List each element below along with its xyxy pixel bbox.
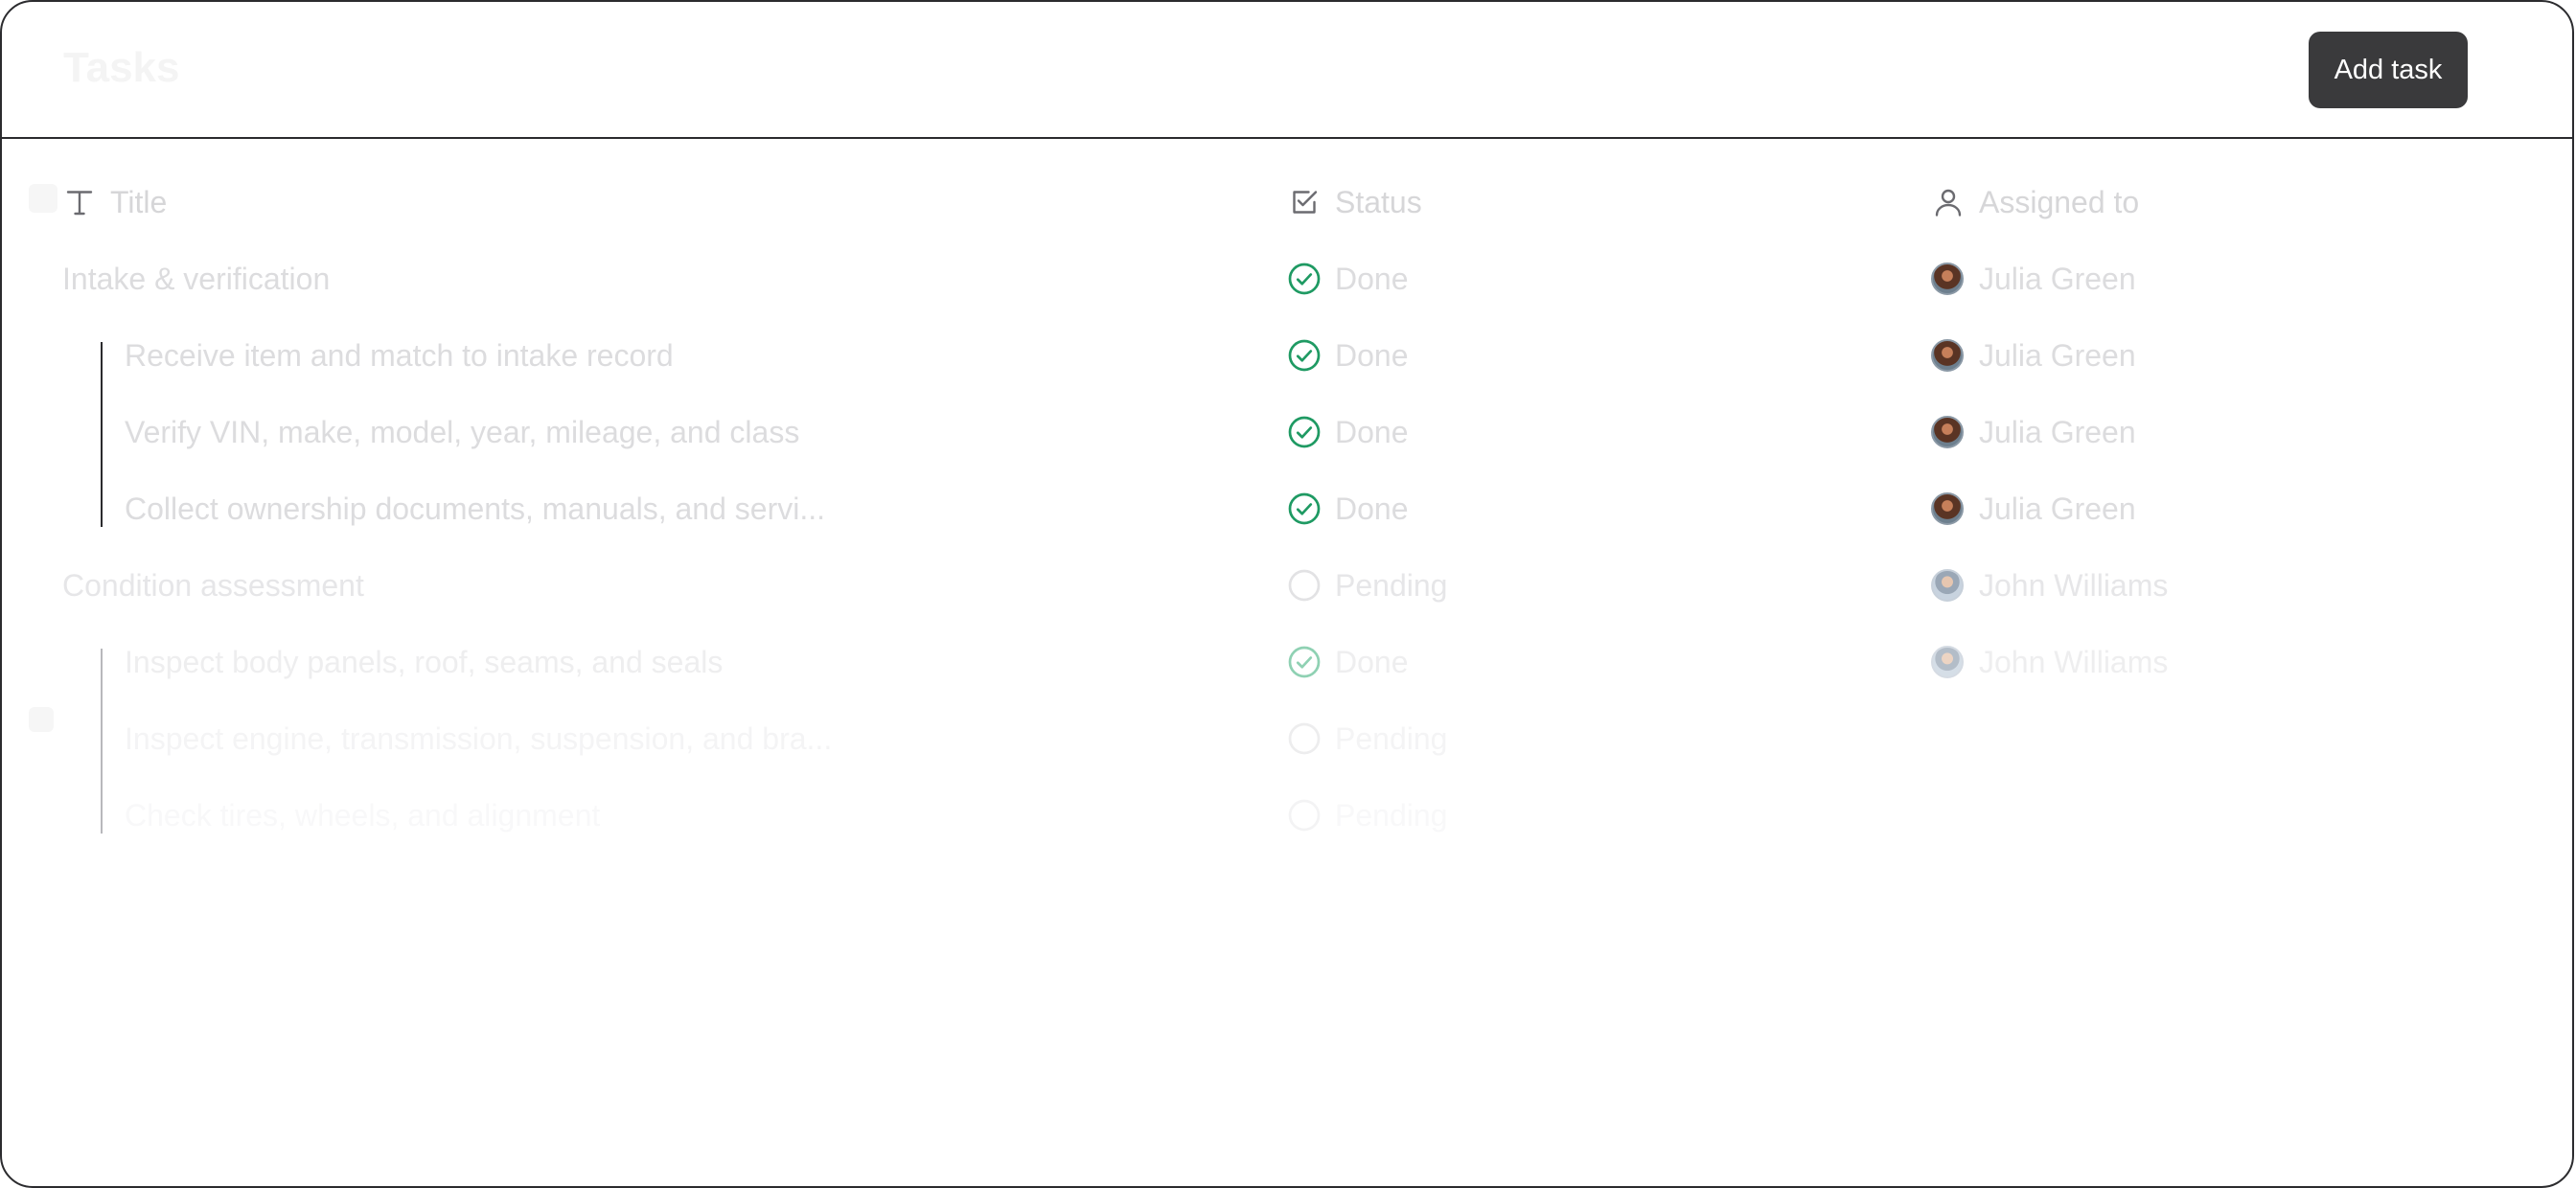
column-header-label: Assigned to bbox=[1979, 184, 2140, 219]
assignee-cell[interactable]: John Williams bbox=[1931, 547, 2168, 624]
table-header: Title Status Assigned to bbox=[2, 164, 2572, 240]
assignee-cell[interactable]: John Williams bbox=[1931, 624, 2168, 700]
avatar bbox=[1931, 569, 1964, 602]
user-icon bbox=[1935, 189, 1962, 217]
avatar bbox=[1931, 339, 1964, 372]
status-label: Pending bbox=[1335, 797, 1448, 833]
column-header-assigned[interactable]: Assigned to bbox=[1931, 164, 2139, 240]
subtask-title[interactable]: Verify VIN, make, model, year, mileage, … bbox=[125, 394, 799, 470]
subtask-title[interactable]: Collect ownership documents, manuals, an… bbox=[125, 470, 825, 547]
check-circle-icon bbox=[1288, 339, 1321, 372]
app-window: Tasks Add task Title Status Assigned to bbox=[0, 0, 2574, 1188]
subtask-title[interactable]: Inspect body panels, roof, seams, and se… bbox=[125, 624, 723, 700]
status-cell[interactable]: Pending bbox=[1287, 777, 1447, 854]
table-row[interactable]: Verify VIN, make, model, year, mileage, … bbox=[2, 394, 2572, 470]
assignee-name: Julia Green bbox=[1979, 491, 2136, 526]
assignee-cell[interactable]: Julia Green bbox=[1931, 240, 2136, 317]
status-label: Pending bbox=[1335, 567, 1448, 603]
table-row[interactable]: Check tires, wheels, and alignment Pendi… bbox=[2, 777, 2572, 854]
status-cell[interactable]: Done bbox=[1287, 317, 1409, 394]
status-label: Done bbox=[1335, 261, 1409, 296]
task-title[interactable]: Intake & verification bbox=[62, 240, 330, 317]
subtask-title[interactable]: Inspect engine, transmission, suspension… bbox=[125, 700, 832, 777]
assignee-name: John Williams bbox=[1979, 644, 2169, 679]
assignee-cell[interactable]: Julia Green bbox=[1931, 470, 2136, 547]
subtask-title[interactable]: Check tires, wheels, and alignment bbox=[125, 777, 600, 854]
status-label: Done bbox=[1335, 491, 1409, 526]
subtask-title[interactable]: Receive item and match to intake record bbox=[125, 317, 674, 394]
status-label: Done bbox=[1335, 414, 1409, 449]
task-title[interactable]: Condition assessment bbox=[62, 547, 364, 624]
column-header-label: Title bbox=[110, 184, 168, 219]
status-label: Done bbox=[1335, 337, 1409, 373]
empty-circle-icon bbox=[1288, 799, 1321, 832]
empty-circle-icon bbox=[1288, 722, 1321, 755]
table-row[interactable]: Condition assessment Pending John Willia… bbox=[2, 547, 2572, 624]
status-cell[interactable]: Done bbox=[1287, 624, 1409, 700]
assignee-name: Julia Green bbox=[1979, 261, 2136, 296]
status-cell[interactable]: Done bbox=[1287, 240, 1409, 317]
status-cell[interactable]: Done bbox=[1287, 470, 1409, 547]
check-circle-icon bbox=[1288, 492, 1321, 525]
avatar bbox=[1931, 646, 1964, 678]
assignee-cell[interactable]: Julia Green bbox=[1931, 317, 2136, 394]
assignee-name: John Williams bbox=[1979, 567, 2169, 603]
check-circle-icon bbox=[1288, 416, 1321, 448]
page-title: Tasks bbox=[63, 44, 180, 91]
avatar bbox=[1931, 416, 1964, 448]
empty-circle-icon bbox=[1288, 569, 1321, 602]
column-header-label: Status bbox=[1335, 184, 1422, 219]
table-row[interactable]: Receive item and match to intake record … bbox=[2, 317, 2572, 394]
text-icon bbox=[66, 191, 93, 216]
avatar bbox=[1931, 263, 1964, 295]
assignee-name: Julia Green bbox=[1979, 337, 2136, 373]
status-cell[interactable]: Pending bbox=[1287, 700, 1447, 777]
table-row[interactable]: Intake & verification Done Julia Green bbox=[2, 240, 2572, 317]
assignee-name: Julia Green bbox=[1979, 414, 2136, 449]
checkbox-icon bbox=[1293, 191, 1318, 214]
check-circle-icon bbox=[1288, 646, 1321, 678]
table-row[interactable]: Inspect body panels, roof, seams, and se… bbox=[2, 624, 2572, 700]
add-task-button[interactable]: Add task bbox=[2309, 32, 2468, 108]
column-header-title[interactable]: Title bbox=[62, 164, 167, 240]
status-cell[interactable]: Done bbox=[1287, 394, 1409, 470]
status-cell[interactable]: Pending bbox=[1287, 547, 1447, 624]
assignee-cell[interactable]: Julia Green bbox=[1931, 394, 2136, 470]
column-header-status[interactable]: Status bbox=[1287, 164, 1422, 240]
check-circle-icon bbox=[1288, 263, 1321, 295]
table-row[interactable]: Collect ownership documents, manuals, an… bbox=[2, 470, 2572, 547]
avatar bbox=[1931, 492, 1964, 525]
table-row[interactable]: Inspect engine, transmission, suspension… bbox=[2, 700, 2572, 777]
header: Tasks Add task bbox=[2, 2, 2572, 139]
status-label: Done bbox=[1335, 644, 1409, 679]
status-label: Pending bbox=[1335, 720, 1448, 756]
